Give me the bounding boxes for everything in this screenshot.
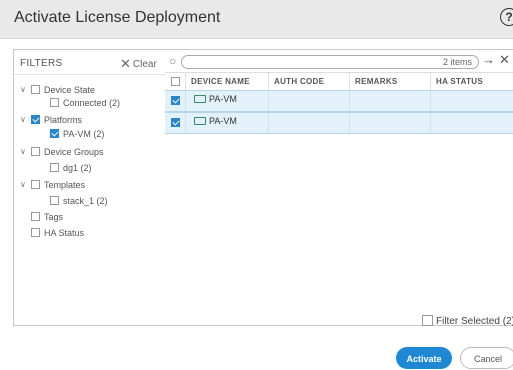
- device-name-cell: PA-VM: [185, 113, 268, 133]
- tree-item-label: PA-VM (2): [63, 129, 105, 139]
- close-icon: ✕: [120, 56, 131, 71]
- table-header: DEVICE NAME AUTH CODE REMARKS HA STATUS: [165, 72, 513, 92]
- device-groups-checkbox[interactable]: [31, 147, 40, 156]
- stack-1-checkbox[interactable]: [50, 196, 59, 205]
- tree-item-label: Device Groups: [44, 147, 104, 157]
- tree-item-label: Device State: [44, 85, 96, 95]
- help-icon[interactable]: ?: [500, 8, 513, 26]
- table-row[interactable]: PA-VM: [165, 112, 513, 134]
- filters-header: FILTERS ✕ Clear: [14, 50, 165, 75]
- tree-item-label: Connected (2): [63, 98, 121, 108]
- chevron-down-icon[interactable]: ∨: [20, 179, 28, 191]
- dg1-checkbox[interactable]: [50, 163, 59, 172]
- filters-panel: FILTERS ✕ Clear ∨ Device State Connected …: [13, 49, 166, 326]
- dialog-titlebar: Activate License Deployment ?: [0, 0, 513, 39]
- cancel-button[interactable]: Cancel: [460, 347, 513, 369]
- device-name: PA-VM: [194, 116, 237, 126]
- remarks-cell: [349, 91, 430, 111]
- arrow-right-icon[interactable]: →: [482, 52, 495, 67]
- activate-button[interactable]: Activate: [396, 347, 452, 369]
- device-state-checkbox[interactable]: [31, 85, 40, 94]
- tree-item-label: HA Status: [44, 228, 85, 238]
- platforms-checkbox[interactable]: [31, 115, 40, 124]
- chevron-down-icon[interactable]: ∨: [20, 146, 28, 158]
- row-checkbox[interactable]: [171, 118, 180, 127]
- remarks-cell: [349, 113, 430, 133]
- firewall-device-icon: [194, 117, 206, 125]
- filter-selected-toggle[interactable]: Filter Selected (2): [422, 313, 513, 327]
- device-name-cell: PA-VM: [185, 91, 268, 111]
- close-icon[interactable]: ✕: [499, 52, 510, 68]
- table-row[interactable]: PA-VM: [165, 90, 513, 112]
- tree-item-label: Templates: [44, 180, 86, 190]
- dialog-title: Activate License Deployment: [14, 9, 221, 26]
- pa-vm-checkbox[interactable]: [50, 129, 59, 138]
- device-name-text: PA-VM: [209, 116, 237, 126]
- clear-filters-button[interactable]: ✕ Clear: [120, 55, 157, 71]
- column-header-remarks[interactable]: REMARKS: [349, 73, 430, 91]
- filters-heading: FILTERS: [20, 58, 63, 69]
- device-name-text: PA-VM: [209, 94, 237, 104]
- chevron-down-icon[interactable]: ∨: [20, 114, 28, 126]
- chevron-down-icon[interactable]: ∨: [20, 84, 28, 96]
- ha-status-cell: [430, 113, 513, 133]
- row-checkbox[interactable]: [171, 96, 180, 105]
- firewall-device-icon: [194, 95, 206, 103]
- connected-checkbox[interactable]: [50, 98, 59, 107]
- search-input[interactable]: 2 items: [181, 55, 479, 69]
- auth-code-cell: [268, 91, 349, 111]
- device-grid: ○ 2 items → ✕ DEVICE NAME AUTH CODE REMA…: [165, 49, 513, 326]
- clear-label: Clear: [132, 59, 157, 70]
- tree-item-label: Tags: [44, 212, 64, 222]
- tree-item-label: stack_1 (2): [63, 196, 108, 206]
- auth-code-cell: [268, 113, 349, 133]
- templates-checkbox[interactable]: [31, 180, 40, 189]
- device-name: PA-VM: [194, 94, 237, 104]
- tree-item-label: Platforms: [44, 115, 83, 125]
- column-header-ha-status[interactable]: HA STATUS: [430, 73, 513, 91]
- search-icon: ○: [169, 54, 177, 68]
- ha-status-cell: [430, 91, 513, 111]
- filter-selected-label: Filter Selected (2): [436, 316, 513, 327]
- column-header-device-name[interactable]: DEVICE NAME: [185, 73, 268, 91]
- select-all-checkbox[interactable]: [171, 77, 180, 86]
- tree-item-label: dg1 (2): [63, 163, 92, 173]
- column-header-auth-code[interactable]: AUTH CODE: [268, 73, 349, 91]
- ha-status-checkbox[interactable]: [31, 228, 40, 237]
- filter-selected-checkbox[interactable]: [422, 315, 433, 326]
- tags-checkbox[interactable]: [31, 212, 40, 221]
- items-count: 2 items: [442, 57, 472, 67]
